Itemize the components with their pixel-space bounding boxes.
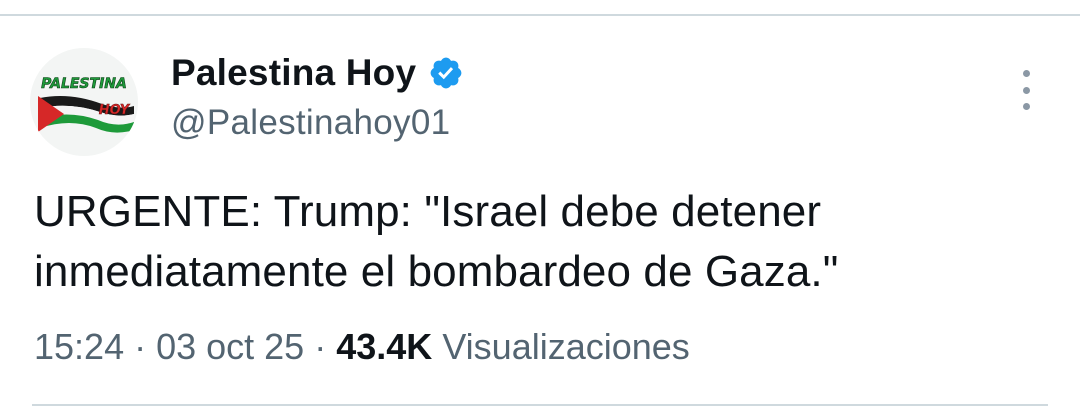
bottom-divider	[32, 404, 1048, 406]
views-label: Visualizaciones	[442, 326, 690, 367]
avatar[interactable]: PALESTINA HOY	[30, 48, 138, 156]
more-dot	[1022, 70, 1030, 77]
avatar-logo: PALESTINA HOY	[30, 48, 138, 156]
user-handle[interactable]: @Palestinahoy01	[171, 103, 450, 143]
tweet-text: URGENTE: Trump: "Israel debe detener inm…	[34, 187, 839, 296]
more-dot	[1022, 86, 1030, 94]
tweet-time[interactable]: 15:24	[34, 326, 124, 367]
verified-badge-icon	[430, 57, 462, 89]
more-options-icon[interactable]	[1014, 70, 1038, 110]
meta-separator: ·	[314, 326, 327, 367]
author-name-row[interactable]: Palestina Hoy	[171, 50, 464, 96]
meta-separator: ·	[134, 326, 147, 367]
top-divider	[0, 14, 1080, 16]
more-dot	[1022, 103, 1030, 110]
tweet-meta: 15:24 · 03 oct 25 · 43.4K Visualizaciones	[34, 326, 690, 368]
display-name[interactable]: Palestina Hoy	[171, 52, 416, 94]
tweet-date[interactable]: 03 oct 25	[156, 326, 304, 367]
avatar-text-top: PALESTINA	[41, 76, 127, 92]
avatar-text-bottom: HOY	[99, 103, 131, 118]
views-count: 43.4K	[336, 326, 433, 367]
